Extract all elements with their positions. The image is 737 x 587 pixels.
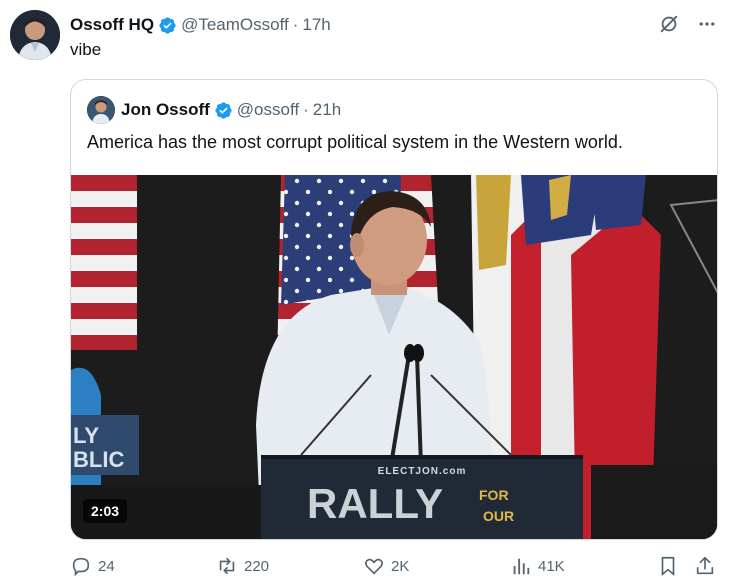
quoted-author-name[interactable]: Jon Ossoff: [121, 100, 210, 120]
more-icon[interactable]: [695, 12, 719, 36]
repost-icon: [219, 557, 235, 575]
reply-button[interactable]: 24: [70, 555, 115, 577]
sign-left-bottom: BLIC: [73, 447, 124, 472]
separator-dot: ·: [303, 100, 309, 119]
like-button[interactable]: 2K: [363, 555, 409, 577]
quoted-text: America has the most corrupt political s…: [87, 132, 623, 152]
verified-badge-icon: [159, 16, 176, 34]
views-count: 41K: [538, 557, 565, 575]
bookmark-button[interactable]: [657, 555, 679, 577]
podium-our: OUR: [483, 508, 514, 524]
video-frame: LY BLIC ELECTJON.com RALLY FOR OUR: [71, 175, 717, 539]
tweet-time[interactable]: 17h: [302, 15, 330, 35]
tweet-header: Ossoff HQ @TeamOssoff · 17h: [70, 13, 331, 37]
podium-for: FOR: [479, 487, 509, 503]
like-count: 2K: [391, 557, 410, 575]
tweet-top-actions: [657, 12, 719, 36]
quoted-author-handle[interactable]: @ossoff: [237, 100, 299, 120]
quoted-time[interactable]: 21h: [313, 100, 341, 120]
quoted-header: Jon Ossoff @ossoff · 21h: [121, 98, 341, 122]
tweet-text: vibe: [70, 40, 102, 59]
repost-button[interactable]: 220: [216, 555, 269, 577]
repost-count: 220: [244, 557, 270, 575]
author-handle[interactable]: @TeamOssoff: [181, 15, 289, 35]
share-button[interactable]: [694, 555, 716, 577]
video-duration-badge: 2:03: [83, 499, 128, 523]
video-player[interactable]: LY BLIC ELECTJON.com RALLY FOR OUR 2:03: [71, 175, 717, 539]
tweet-actions: 24 220 2K 41K: [70, 555, 720, 581]
verified-badge-icon: [215, 101, 232, 119]
reply-icon: [72, 557, 90, 577]
podium-rally: RALLY: [307, 480, 443, 527]
views-icon: [513, 558, 530, 575]
share-icon: [696, 556, 714, 575]
grok-icon[interactable]: [657, 12, 681, 36]
reply-count: 24: [98, 557, 115, 575]
podium-url: ELECTJON.com: [378, 466, 467, 477]
like-icon: [365, 558, 383, 575]
quoted-author-avatar[interactable]: [87, 96, 115, 124]
bookmark-icon: [661, 556, 675, 577]
views-button[interactable]: 41K: [510, 555, 565, 577]
quoted-tweet[interactable]: Jon Ossoff @ossoff · 21h America has the…: [70, 79, 718, 540]
separator-dot: ·: [292, 15, 299, 34]
author-name[interactable]: Ossoff HQ: [70, 15, 154, 35]
author-avatar[interactable]: [10, 10, 60, 60]
sign-left-top: LY: [73, 423, 99, 448]
